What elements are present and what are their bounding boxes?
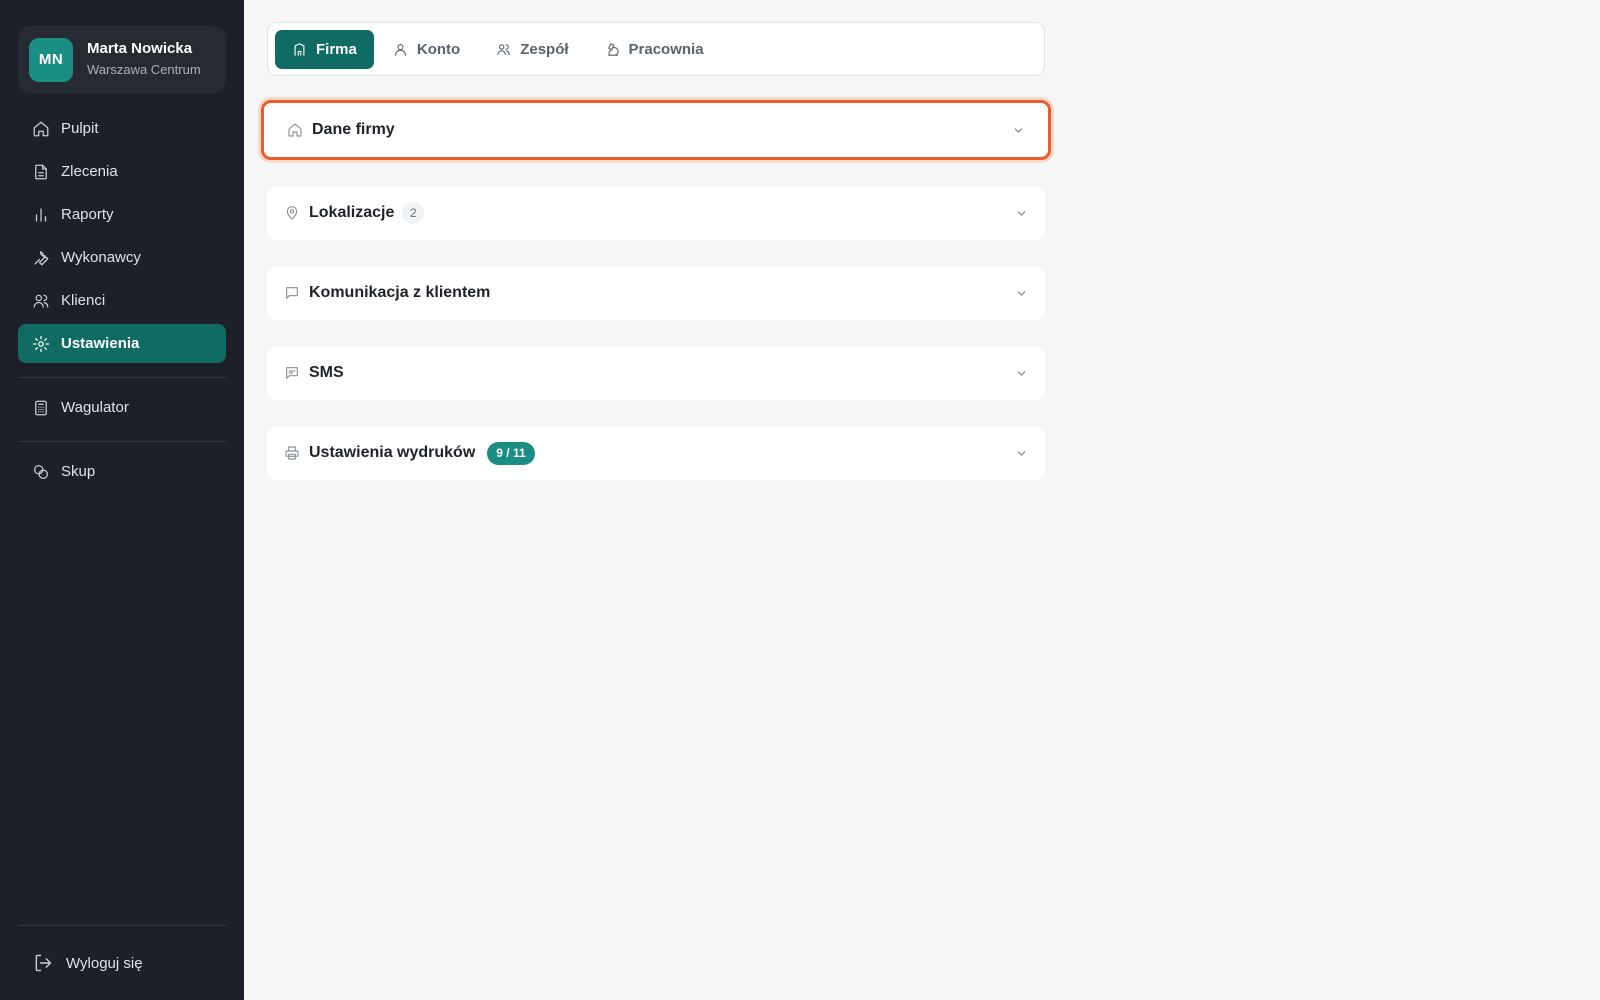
home-icon bbox=[31, 119, 51, 139]
logout-button[interactable]: Wyloguj się bbox=[18, 925, 226, 1000]
tab-label: Pracownia bbox=[628, 40, 704, 58]
sidebar: MN Marta Nowicka Warszawa Centrum Pulpit… bbox=[0, 0, 244, 1000]
bar-chart-icon bbox=[31, 205, 51, 225]
sidebar-item-zlecenia[interactable]: Zlecenia bbox=[18, 152, 226, 191]
sidebar-item-ustawienia[interactable]: Ustawienia bbox=[18, 324, 226, 363]
tab-pracownia[interactable]: Pracownia bbox=[588, 30, 721, 69]
document-icon bbox=[31, 162, 51, 182]
section-dane-firmy[interactable]: Dane firmy bbox=[261, 100, 1051, 160]
sidebar-item-pulpit[interactable]: Pulpit bbox=[18, 109, 226, 148]
section-lokalizacje[interactable]: Lokalizacje 2 bbox=[267, 186, 1045, 240]
sidebar-item-raporty[interactable]: Raporty bbox=[18, 195, 226, 234]
calculator-icon bbox=[31, 398, 51, 418]
sidebar-item-wagulator[interactable]: Wagulator bbox=[18, 388, 226, 427]
chevron-down-icon bbox=[1013, 205, 1029, 221]
tab-label: Firma bbox=[316, 40, 357, 58]
building-icon bbox=[292, 41, 308, 57]
users-icon bbox=[496, 41, 512, 57]
user-profile-card[interactable]: MN Marta Nowicka Warszawa Centrum bbox=[18, 26, 226, 93]
sidebar-item-skup[interactable]: Skup bbox=[18, 452, 226, 491]
map-pin-icon bbox=[284, 204, 302, 222]
tab-label: Zespół bbox=[520, 40, 569, 58]
sidebar-item-label: Wykonawcy bbox=[61, 249, 141, 266]
sidebar-nav: Pulpit Zlecenia Raporty Wykonawcy Klienc… bbox=[18, 109, 226, 363]
settings-sections: Dane firmy Lokalizacje 2 Komunikacja z k… bbox=[261, 100, 1051, 480]
user-location: Warszawa Centrum bbox=[87, 62, 201, 77]
logout-icon bbox=[32, 952, 54, 974]
sidebar-item-wykonawcy[interactable]: Wykonawcy bbox=[18, 238, 226, 277]
status-badge: 9 / 11 bbox=[487, 441, 535, 465]
tab-zespol[interactable]: Zespół bbox=[479, 30, 585, 69]
section-title: SMS bbox=[309, 364, 344, 381]
sidebar-item-klienci[interactable]: Klienci bbox=[18, 281, 226, 320]
tab-firma[interactable]: Firma bbox=[275, 29, 374, 69]
tab-label: Konto bbox=[416, 40, 461, 58]
settings-main: Firma Konto Zespół Pracownia Dane firmy … bbox=[261, 22, 1051, 506]
count-badge: 2 bbox=[402, 202, 425, 224]
coins-icon bbox=[31, 462, 51, 482]
section-komunikacja[interactable]: Komunikacja z klientem bbox=[267, 266, 1045, 320]
section-title: Ustawienia wydruków bbox=[309, 444, 476, 461]
section-sms[interactable]: SMS bbox=[267, 346, 1045, 400]
user-name: Marta Nowicka bbox=[87, 40, 193, 57]
sidebar-item-label: Raporty bbox=[61, 206, 114, 223]
avatar: MN bbox=[29, 37, 73, 82]
users-icon bbox=[31, 291, 51, 311]
section-title: Komunikacja z klientem bbox=[309, 284, 491, 301]
chevron-down-icon bbox=[1013, 445, 1029, 461]
home-icon bbox=[287, 121, 305, 139]
settings-tabs: Firma Konto Zespół Pracownia bbox=[267, 22, 1045, 76]
chat-icon bbox=[284, 284, 302, 302]
sidebar-item-label: Pulpit bbox=[61, 120, 99, 137]
sidebar-item-label: Klienci bbox=[61, 292, 106, 309]
chevron-down-icon bbox=[1010, 122, 1026, 138]
tab-konto[interactable]: Konto bbox=[376, 30, 477, 69]
user-icon bbox=[393, 41, 409, 57]
sidebar-item-label: Wagulator bbox=[61, 399, 129, 416]
sidebar-item-label: Zlecenia bbox=[61, 163, 118, 180]
wrench-icon bbox=[31, 248, 51, 268]
logout-label: Wyloguj się bbox=[66, 954, 143, 972]
chevron-down-icon bbox=[1013, 285, 1029, 301]
gear-icon bbox=[31, 334, 51, 354]
printer-icon bbox=[284, 444, 302, 462]
section-title: Lokalizacje bbox=[309, 204, 395, 221]
sidebar-divider bbox=[18, 441, 226, 442]
sidebar-item-label: Ustawienia bbox=[61, 335, 140, 352]
sidebar-divider bbox=[18, 377, 226, 378]
section-ustawienia-wydrukow[interactable]: Ustawienia wydruków 9 / 11 bbox=[267, 426, 1045, 480]
section-title: Dane firmy bbox=[312, 121, 395, 138]
microscope-icon bbox=[605, 41, 621, 57]
sidebar-item-label: Skup bbox=[61, 463, 96, 480]
chevron-down-icon bbox=[1013, 365, 1029, 381]
message-square-icon bbox=[284, 364, 302, 382]
